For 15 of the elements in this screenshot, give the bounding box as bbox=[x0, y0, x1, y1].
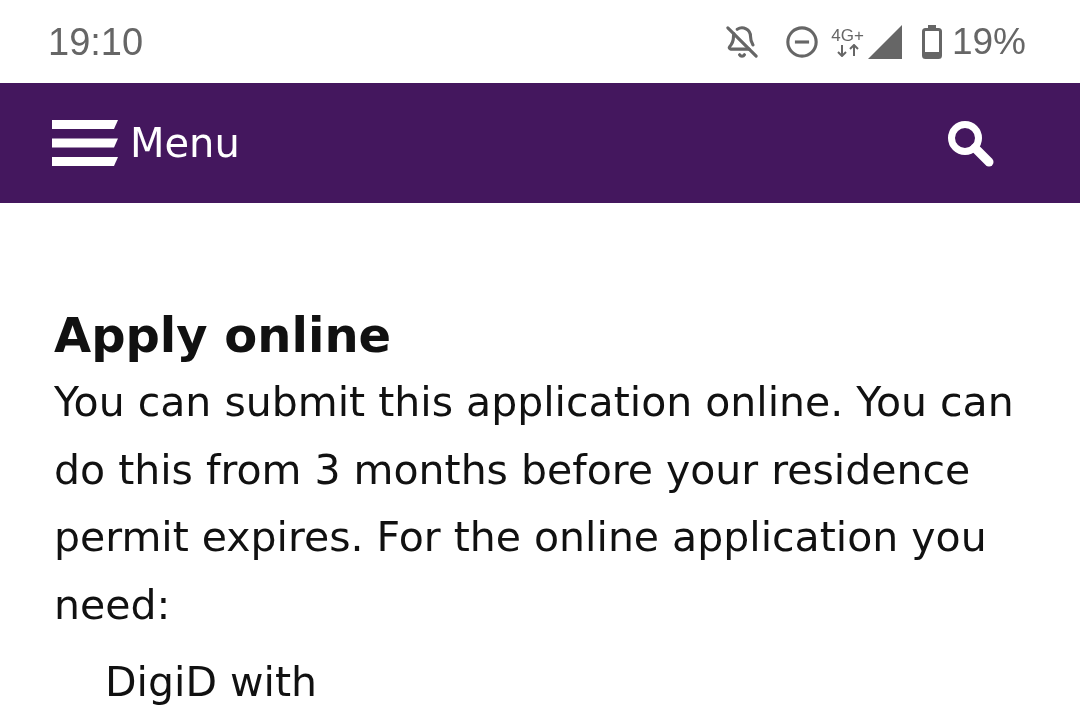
intro-paragraph: You can submit this application online. You can do this from 3 months before your residence permit expires. For the online application you need: bbox=[54, 377, 1015, 631]
search-icon bbox=[946, 119, 994, 167]
battery-percent: 19% bbox=[951, 23, 1026, 60]
network-type: 4G+ bbox=[831, 26, 864, 44]
up-down-arrows-icon bbox=[834, 43, 861, 57]
search-button[interactable] bbox=[946, 119, 994, 167]
bell-off-icon bbox=[725, 24, 760, 59]
status-time: 19:10 bbox=[48, 22, 144, 61]
menu-button[interactable]: Menu bbox=[52, 120, 240, 166]
minus-circle-icon bbox=[785, 24, 820, 59]
signal-icon bbox=[867, 24, 902, 59]
section-heading: Apply online bbox=[54, 306, 392, 365]
battery-icon bbox=[921, 24, 942, 59]
requirement-item: DigiD with bbox=[105, 657, 317, 707]
menu-icon bbox=[52, 120, 118, 166]
